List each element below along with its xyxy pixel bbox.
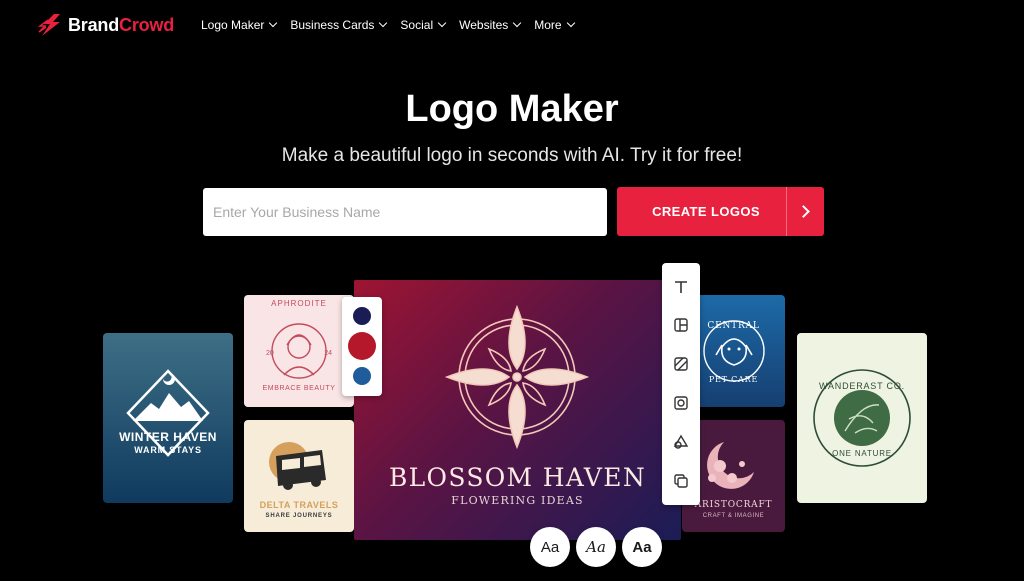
logo-tagline: EMBRACE BEAUTY bbox=[262, 385, 336, 392]
color-swatch-navy[interactable] bbox=[353, 307, 371, 325]
nav-item-websites[interactable]: Websites bbox=[459, 18, 522, 32]
logo-tagline: SHARE JOURNEYS bbox=[265, 513, 333, 519]
nav-item-social[interactable]: Social bbox=[400, 18, 447, 32]
logo-card-blossom-haven[interactable]: BLOSSOM HAVEN FLOWERING IDEAS bbox=[354, 280, 681, 540]
leaf-emblem-icon bbox=[813, 369, 911, 467]
mountain-emblem-icon bbox=[126, 369, 210, 457]
page-title: Logo Maker bbox=[405, 88, 619, 130]
chevron-down-icon bbox=[437, 18, 447, 28]
logo-tagline: WARM STAYS bbox=[134, 445, 202, 455]
logo-tagline: FLOWERING IDEAS bbox=[451, 494, 584, 507]
page-subtitle: Make a beautiful logo in seconds with AI… bbox=[281, 145, 743, 166]
shapes-icon[interactable] bbox=[671, 432, 691, 452]
layout-icon[interactable] bbox=[671, 315, 691, 335]
logo-card-winter-haven[interactable]: WINTER HAVEN WARM STAYS bbox=[103, 333, 233, 503]
create-logos-button[interactable]: CREATE LOGOS bbox=[617, 187, 824, 236]
duplicate-icon[interactable] bbox=[671, 471, 691, 491]
brandcrowd-logo[interactable]: BrandCrowd bbox=[38, 14, 174, 36]
logo-tagline: CRAFT & IMAGINE bbox=[702, 513, 765, 519]
logo-card-delta-travels[interactable]: DELTA TRAVELS SHARE JOURNEYS bbox=[244, 420, 354, 532]
nav-menu: Logo Maker Business Cards Social Website… bbox=[201, 18, 588, 32]
lightning-bolt-icon bbox=[38, 14, 60, 36]
logo-year-right: 24 bbox=[324, 350, 332, 357]
brand-name: BrandCrowd bbox=[68, 14, 175, 35]
logo-name: APHRODITE bbox=[271, 299, 327, 308]
color-palette-panel bbox=[342, 297, 382, 396]
color-swatch-red[interactable] bbox=[348, 332, 376, 360]
nav-item-more[interactable]: More bbox=[534, 18, 575, 32]
editor-toolbar bbox=[662, 263, 700, 505]
business-name-input[interactable] bbox=[203, 188, 607, 236]
logo-tagline: ONE NATURE bbox=[832, 449, 892, 458]
frame-icon[interactable] bbox=[671, 393, 691, 413]
nav-item-business-cards[interactable]: Business Cards bbox=[290, 18, 388, 32]
chevron-right-icon bbox=[786, 187, 824, 236]
logo-name: WANDERAST CO. bbox=[819, 381, 905, 391]
chevron-down-icon bbox=[269, 18, 278, 28]
nav-item-logo-maker[interactable]: Logo Maker bbox=[201, 18, 278, 32]
chevron-down-icon bbox=[566, 18, 575, 28]
font-style-regular-button[interactable]: Aa bbox=[530, 527, 570, 567]
top-navigation: BrandCrowd Logo Maker Business Cards Soc… bbox=[0, 0, 1024, 52]
logo-year-left: 20 bbox=[266, 350, 274, 357]
text-icon[interactable] bbox=[671, 277, 691, 297]
background-icon[interactable] bbox=[671, 354, 691, 374]
logo-card-aphrodite[interactable]: APHRODITE 20 24 EMBRACE BEAUTY bbox=[244, 295, 354, 407]
logo-name: DELTA TRAVELS bbox=[259, 500, 339, 510]
logo-name: BLOSSOM HAVEN bbox=[388, 463, 646, 492]
logo-card-wanderast[interactable]: WANDERAST CO. ONE NATURE bbox=[797, 333, 927, 503]
font-style-bold-button[interactable]: Aa bbox=[622, 527, 662, 567]
font-style-italic-button[interactable]: Aa bbox=[576, 527, 616, 567]
color-swatch-blue[interactable] bbox=[353, 367, 371, 385]
chevron-down-icon bbox=[513, 18, 522, 28]
logo-name: WINTER HAVEN bbox=[119, 430, 217, 444]
chevron-down-icon bbox=[379, 18, 388, 28]
